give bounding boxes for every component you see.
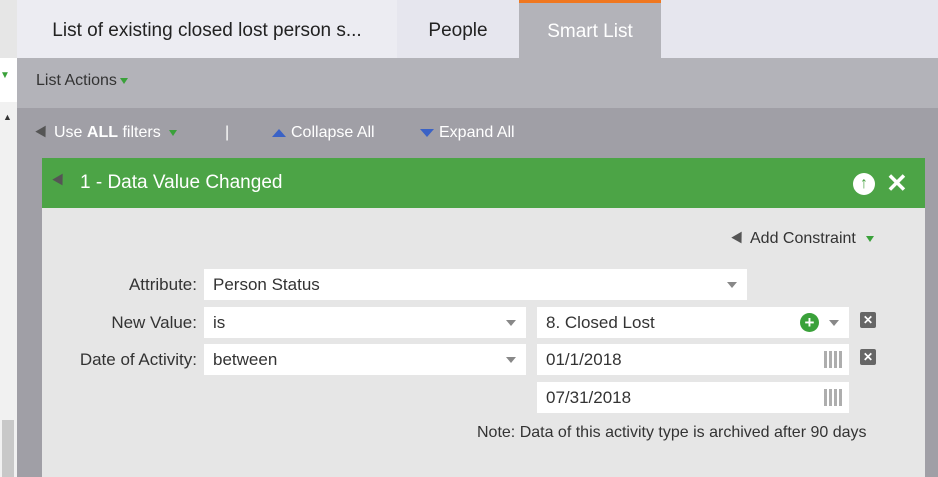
add-constraint-label: Add Constraint bbox=[750, 230, 856, 247]
date-of-activity-label: Date of Activity: bbox=[79, 350, 197, 369]
archive-note: Note: Data of this activity type is arch… bbox=[477, 424, 867, 441]
actions-bar bbox=[17, 58, 938, 108]
expand-label: Expand All bbox=[439, 124, 515, 141]
tab-smart-list[interactable]: Smart List bbox=[519, 0, 661, 58]
remove-row-icon[interactable]: ✕ bbox=[860, 312, 876, 328]
end-date-input[interactable]: 07/31/2018 bbox=[537, 382, 849, 413]
toolbar-separator: | bbox=[225, 124, 230, 141]
use-all-bold: ALL bbox=[86, 124, 119, 141]
remove-row-icon[interactable]: ✕ bbox=[860, 349, 876, 365]
move-up-icon[interactable]: ↑ bbox=[853, 173, 875, 195]
attribute-value: Person Status bbox=[213, 275, 320, 294]
start-date-value: 01/1/2018 bbox=[546, 350, 622, 369]
attribute-select[interactable]: Person Status bbox=[204, 269, 747, 300]
chevron-down-icon bbox=[829, 320, 839, 326]
add-constraint-button[interactable]: Add Constraint bbox=[731, 230, 874, 248]
date-operator-value: between bbox=[213, 350, 278, 369]
dropdown-arrow-icon bbox=[865, 235, 874, 242]
left-panel-dropdown-icon[interactable]: ▼ bbox=[0, 70, 10, 81]
tab-list-name[interactable]: List of existing closed lost person s... bbox=[17, 0, 397, 58]
scroll-up-icon[interactable]: ▲ bbox=[3, 112, 12, 122]
start-date-input[interactable]: 01/1/2018 bbox=[537, 344, 849, 375]
collapse-icon bbox=[272, 128, 286, 137]
collapse-all-button[interactable]: Collapse All bbox=[272, 124, 375, 142]
chevron-down-icon bbox=[506, 357, 516, 363]
attribute-label: Attribute: bbox=[128, 275, 197, 294]
operator-value: is bbox=[213, 313, 226, 332]
calendar-icon[interactable] bbox=[824, 389, 844, 406]
end-date-value: 07/31/2018 bbox=[546, 388, 632, 407]
chevron-down-icon bbox=[506, 320, 516, 326]
filter-title: 1 - Data Value Changed bbox=[80, 172, 283, 193]
use-prefix: Use bbox=[54, 124, 83, 141]
tab-people[interactable]: People bbox=[397, 0, 519, 58]
new-value-label: New Value: bbox=[111, 313, 197, 332]
funnel-icon bbox=[35, 125, 51, 141]
new-value-select[interactable]: 8. Closed Lost + bbox=[537, 307, 849, 338]
dropdown-arrow-icon bbox=[119, 77, 128, 84]
collapse-label: Collapse All bbox=[291, 124, 375, 141]
use-suffix: filters bbox=[122, 124, 161, 141]
expand-icon bbox=[420, 128, 434, 137]
expand-all-button[interactable]: Expand All bbox=[420, 124, 515, 142]
dropdown-arrow-icon bbox=[168, 129, 177, 136]
new-value-operator-select[interactable]: is bbox=[204, 307, 526, 338]
funnel-icon bbox=[731, 231, 747, 247]
list-actions-label: List Actions bbox=[36, 72, 117, 89]
use-all-filters-menu[interactable]: Use ALL filters bbox=[35, 124, 177, 142]
list-actions-menu[interactable]: List Actions bbox=[36, 72, 128, 90]
new-value-value: 8. Closed Lost bbox=[546, 313, 655, 332]
date-operator-select[interactable]: between bbox=[204, 344, 526, 375]
chevron-down-icon bbox=[727, 282, 737, 288]
calendar-icon[interactable] bbox=[824, 351, 844, 368]
scrollbar-thumb[interactable] bbox=[2, 420, 14, 477]
close-icon[interactable]: ✕ bbox=[886, 168, 908, 199]
add-value-icon[interactable]: + bbox=[800, 313, 819, 332]
